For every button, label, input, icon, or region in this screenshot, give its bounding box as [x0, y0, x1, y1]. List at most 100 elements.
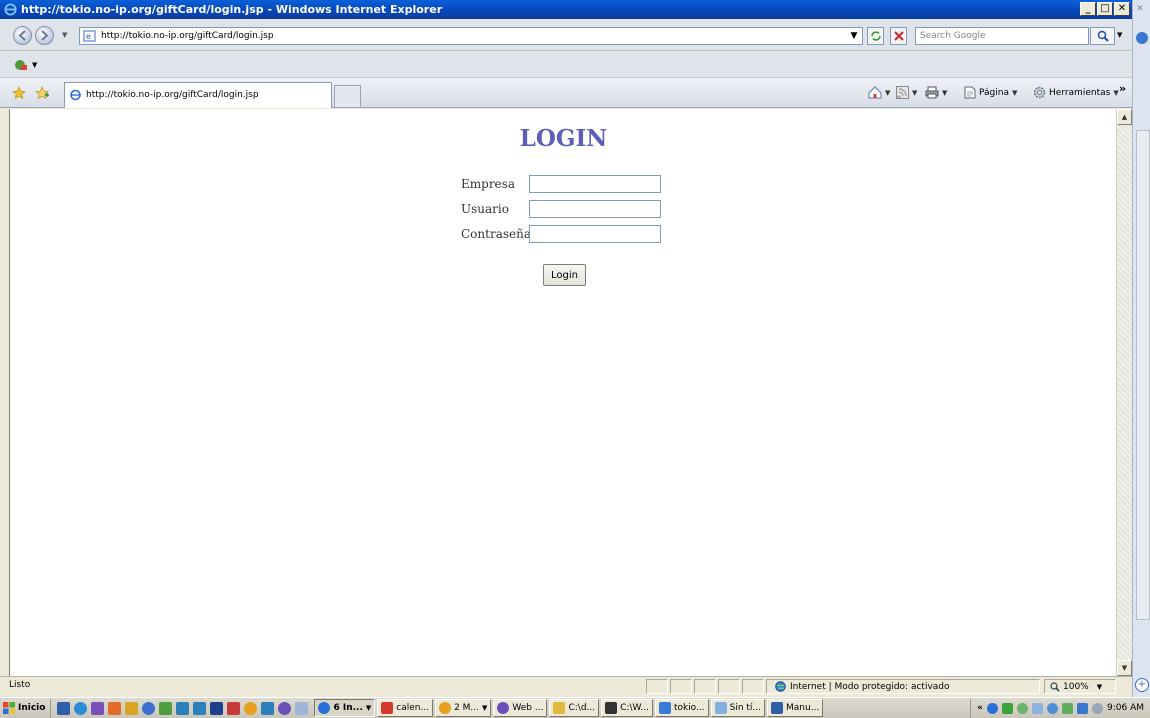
- tray-app-icon[interactable]: [1032, 702, 1043, 714]
- system-tray: « 9:06 AM: [970, 698, 1150, 718]
- taskbar-item-calendar[interactable]: calen...: [377, 699, 434, 717]
- tray-app-icon[interactable]: [1077, 702, 1088, 714]
- help-icon[interactable]: [1136, 32, 1148, 44]
- clock[interactable]: 9:06 AM: [1107, 703, 1144, 713]
- windows-logo-icon: [3, 702, 15, 714]
- ie-quicklaunch-icon[interactable]: [74, 701, 88, 715]
- back-arrow-icon: [18, 30, 26, 41]
- tools-menu-button[interactable]: Herramientas ▼: [1033, 86, 1119, 99]
- tray-app-icon[interactable]: [1017, 702, 1028, 714]
- favorites-star-icon[interactable]: [12, 86, 26, 100]
- tray-app-icon[interactable]: [1047, 702, 1058, 714]
- feeds-button[interactable]: ▼: [896, 86, 917, 99]
- forward-button[interactable]: [35, 26, 54, 45]
- vertical-scrollbar[interactable]: ▲ ▼: [1116, 109, 1132, 676]
- status-bar: Listo Internet | Modo protegido: activad…: [0, 676, 1132, 695]
- addon-dropdown[interactable]: ▼: [32, 61, 37, 69]
- add-icon[interactable]: +: [1135, 678, 1149, 692]
- app-icon[interactable]: [227, 701, 241, 715]
- show-desktop-icon[interactable]: [57, 701, 71, 715]
- network-tray-icon[interactable]: [1062, 702, 1073, 714]
- app-icon[interactable]: [142, 701, 156, 715]
- app-icon[interactable]: [244, 701, 258, 715]
- password-input[interactable]: [529, 225, 661, 243]
- close-button[interactable]: ✕: [1114, 2, 1130, 16]
- search-input[interactable]: Search Google: [915, 27, 1089, 45]
- page-menu-button[interactable]: Página ▼: [964, 86, 1017, 99]
- tab-login[interactable]: http://tokio.no-ip.org/giftCard/login.js…: [64, 82, 332, 108]
- side-panel-edge: ✕ +: [1132, 0, 1150, 697]
- status-cell: [646, 679, 668, 694]
- app-icon[interactable]: [91, 701, 105, 715]
- page-title: LOGIN: [519, 125, 608, 152]
- app-icon[interactable]: [261, 701, 275, 715]
- app-icon[interactable]: [125, 701, 139, 715]
- stop-icon: [893, 31, 904, 41]
- tray-app-icon[interactable]: [1002, 702, 1013, 714]
- status-cell: [670, 679, 692, 694]
- address-input[interactable]: e http://tokio.no-ip.org/giftCard/login.…: [79, 27, 863, 45]
- network-icon: [658, 702, 671, 714]
- print-button[interactable]: ▼: [925, 86, 947, 99]
- start-button[interactable]: Inicio: [0, 698, 52, 718]
- maximize-button[interactable]: □: [1097, 2, 1113, 16]
- status-cell: [742, 679, 764, 694]
- taskbar-item-ie[interactable]: 6 In... ▼: [314, 699, 376, 717]
- security-zone[interactable]: Internet | Modo protegido: activado: [766, 679, 1040, 694]
- stop-button[interactable]: [890, 27, 907, 45]
- window-title-bar[interactable]: http://tokio.no-ip.org/giftCard/login.js…: [0, 0, 1132, 19]
- addon-icon[interactable]: [14, 58, 28, 72]
- minimize-button[interactable]: _: [1080, 2, 1096, 16]
- pdf-icon: [381, 702, 394, 714]
- taskbar-item-mail[interactable]: 2 M... ▼: [435, 699, 492, 717]
- paint-icon: [714, 702, 727, 714]
- taskbar: Inicio 6 In... ▼ calen... 2 M... ▼ Web ...…: [0, 697, 1150, 718]
- taskbar-item-tokio[interactable]: tokio...: [654, 699, 709, 717]
- save-icon[interactable]: [210, 701, 224, 715]
- taskbar-item-web[interactable]: Web ...: [493, 699, 548, 717]
- back-button[interactable]: [13, 26, 32, 45]
- refresh-button[interactable]: [867, 27, 884, 45]
- scroll-down-button[interactable]: ▼: [1117, 660, 1132, 676]
- page-menu-label: Página: [979, 87, 1009, 98]
- zoom-icon: [1050, 681, 1060, 692]
- toolbar-overflow-chevron-icon[interactable]: »: [1119, 82, 1126, 95]
- tray-app-icon[interactable]: [987, 702, 998, 714]
- scroll-up-button[interactable]: ▲: [1117, 109, 1132, 125]
- volume-icon[interactable]: [1092, 702, 1103, 714]
- search-icon: [1097, 30, 1109, 42]
- status-cell: [694, 679, 716, 694]
- taskbar-item-console[interactable]: C:\W...: [601, 699, 653, 717]
- mail-icon: [439, 702, 452, 714]
- login-button[interactable]: Login: [543, 264, 586, 286]
- app-icon[interactable]: [295, 701, 309, 715]
- side-scrollbar[interactable]: [1136, 130, 1150, 620]
- console-icon: [605, 702, 618, 714]
- app-icon[interactable]: [193, 701, 207, 715]
- search-button[interactable]: [1090, 27, 1115, 45]
- tray-expand-chevron-icon[interactable]: «: [977, 703, 983, 713]
- new-tab-button[interactable]: [334, 85, 361, 107]
- app-icon[interactable]: [159, 701, 173, 715]
- empresa-input[interactable]: [529, 175, 661, 193]
- app-icon[interactable]: [278, 701, 292, 715]
- address-dropdown-button[interactable]: ▼: [847, 28, 861, 44]
- media-icon[interactable]: [108, 701, 122, 715]
- printer-icon: [925, 86, 939, 99]
- zoom-level: 100%: [1063, 681, 1089, 692]
- globe-icon: [775, 681, 786, 692]
- taskbar-item-untitled[interactable]: Sin tí...: [710, 699, 766, 717]
- address-toolbar: ▼ e http://tokio.no-ip.org/giftCard/logi…: [0, 19, 1132, 51]
- taskbar-item-manual[interactable]: Manu...: [767, 699, 824, 717]
- app-icon[interactable]: [176, 701, 190, 715]
- taskbar-item-folder[interactable]: C:\d...: [549, 699, 600, 717]
- add-favorites-icon[interactable]: [35, 86, 49, 100]
- zoom-control[interactable]: 100% ▼: [1044, 679, 1116, 694]
- usuario-input[interactable]: [529, 200, 661, 218]
- home-button[interactable]: ▼: [868, 86, 890, 99]
- extras-toolbar: ▼: [0, 52, 1132, 78]
- search-options-dropdown[interactable]: ▼: [1117, 31, 1122, 39]
- gear-icon: [1033, 86, 1046, 99]
- close-icon[interactable]: ✕: [1136, 4, 1144, 14]
- recent-pages-dropdown[interactable]: ▼: [62, 31, 67, 39]
